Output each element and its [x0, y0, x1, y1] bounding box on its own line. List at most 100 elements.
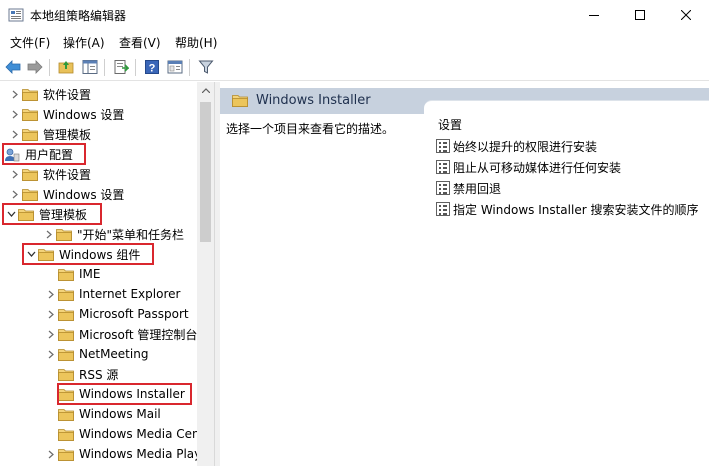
up-folder-icon: [58, 61, 74, 74]
setting-label: 始终以提升的权限进行安装: [453, 139, 598, 154]
folder-icon: [58, 328, 74, 341]
tree-node-label: RSS 源: [79, 367, 119, 382]
tree-node[interactable]: 软件设置: [8, 164, 91, 184]
export-list-button[interactable]: [112, 58, 130, 76]
chevron-right-icon[interactable]: [44, 304, 58, 324]
tree-node-label: Internet Explorer: [79, 287, 181, 301]
highlight-windows-installer: [57, 383, 192, 405]
toolbar: ?: [0, 54, 709, 81]
window-title: 本地组策略编辑器: [30, 9, 127, 23]
menu-action[interactable]: 操作(A): [63, 34, 105, 51]
chevron-right-icon[interactable]: [8, 104, 22, 124]
group-policy-app-icon: [8, 7, 24, 23]
svg-text:?: ?: [149, 63, 156, 75]
forward-icon: [27, 60, 43, 74]
tree-node-label: Microsoft Passport: [79, 307, 189, 321]
scroll-thumb[interactable]: [200, 102, 211, 242]
tree-node[interactable]: Microsoft 管理控制台: [44, 324, 197, 344]
tree-node-label: 软件设置: [43, 87, 92, 102]
policy-setting-icon: [436, 202, 450, 216]
back-icon: [5, 60, 21, 74]
chevron-right-icon[interactable]: [8, 84, 22, 104]
details-header-title: Windows Installer: [256, 93, 371, 108]
chevron-right-icon[interactable]: [8, 184, 22, 204]
folder-icon: [58, 368, 74, 381]
show-hide-tree-button[interactable]: [81, 58, 99, 76]
title-bar: 本地组策略编辑器: [0, 0, 709, 30]
chevron-right-icon[interactable]: [44, 284, 58, 304]
chevron-right-icon[interactable]: [44, 344, 58, 364]
policy-setting-icon: [436, 181, 450, 195]
settings-column-header[interactable]: 设置: [438, 116, 462, 133]
folder-icon: [232, 94, 248, 107]
chevron-right-icon[interactable]: [44, 444, 58, 464]
tree-node[interactable]: Windows Media Player: [44, 444, 214, 464]
tree-node-label: 软件设置: [43, 167, 92, 182]
tree-node[interactable]: IME: [44, 264, 100, 284]
tree-node[interactable]: Internet Explorer: [44, 284, 180, 304]
help-button[interactable]: ?: [143, 58, 161, 76]
tree-node-label: Microsoft 管理控制台: [79, 327, 198, 342]
maximize-button[interactable]: [617, 0, 663, 30]
minimize-button[interactable]: [571, 0, 617, 30]
setting-label: 阻止从可移动媒体进行任何安装: [453, 160, 622, 175]
setting-label: 禁用回退: [453, 181, 502, 196]
details-pane: Windows Installer 选择一个项目来查看它的描述。 设置 始终以提…: [220, 82, 709, 466]
tree-node-label: NetMeeting: [79, 347, 149, 361]
folder-icon: [22, 168, 38, 181]
folder-icon: [22, 88, 38, 101]
export-list-icon: [114, 60, 129, 74]
menu-file[interactable]: 文件(F): [10, 34, 50, 51]
menu-view[interactable]: 查看(V): [119, 34, 161, 51]
tree-node[interactable]: Windows 设置: [8, 184, 124, 204]
tree-node-label: Windows Mail: [79, 407, 161, 421]
setting-item[interactable]: 始终以提升的权限进行安装: [436, 136, 597, 156]
up-folder-button[interactable]: [57, 58, 75, 76]
chevron-right-icon[interactable]: [8, 164, 22, 184]
highlight-admin-templates: [2, 203, 102, 225]
tree-node-label: Windows 设置: [43, 187, 125, 202]
tree-node[interactable]: NetMeeting: [44, 344, 148, 364]
close-icon: [681, 10, 691, 20]
folder-icon: [22, 128, 38, 141]
properties-button[interactable]: [166, 58, 184, 76]
tree-node[interactable]: Windows 设置: [8, 104, 124, 124]
close-button[interactable]: [663, 0, 709, 30]
filter-button[interactable]: [197, 58, 215, 76]
tree-node-label: IME: [79, 267, 101, 281]
forward-button[interactable]: [26, 58, 44, 76]
folder-icon: [58, 448, 74, 461]
tree-node[interactable]: Windows Mail: [44, 404, 161, 424]
scroll-up-button[interactable]: [197, 82, 214, 99]
tree-node-label: "开始"菜单和任务栏: [77, 227, 185, 242]
chevron-right-icon[interactable]: [8, 124, 22, 144]
tree-node[interactable]: 管理模板: [8, 124, 91, 144]
tree-node[interactable]: RSS 源: [44, 364, 118, 384]
tree-node-label: Windows Media Center: [79, 427, 214, 441]
folder-icon: [58, 308, 74, 321]
show-hide-tree-icon: [82, 60, 98, 74]
tree-node[interactable]: Microsoft Passport: [44, 304, 189, 324]
setting-item[interactable]: 禁用回退: [436, 178, 501, 198]
tree-node[interactable]: Windows Media Center: [44, 424, 214, 444]
back-button[interactable]: [4, 58, 22, 76]
tree-node[interactable]: "开始"菜单和任务栏: [42, 224, 184, 244]
setting-item[interactable]: 指定 Windows Installer 搜索安装文件的顺序: [436, 199, 698, 219]
chevron-right-icon[interactable]: [44, 324, 58, 344]
tree-node[interactable]: 软件设置: [8, 84, 91, 104]
toolbar-separator: [189, 59, 190, 76]
menu-help[interactable]: 帮助(H): [175, 34, 217, 51]
toolbar-separator: [104, 59, 105, 76]
folder-icon: [58, 288, 74, 301]
folder-icon: [22, 108, 38, 121]
maximize-icon: [635, 10, 645, 20]
chevron-right-icon[interactable]: [42, 224, 56, 244]
tree-scrollbar[interactable]: [197, 82, 214, 466]
setting-item[interactable]: 阻止从可移动媒体进行任何安装: [436, 157, 621, 177]
toolbar-separator: [49, 59, 50, 76]
